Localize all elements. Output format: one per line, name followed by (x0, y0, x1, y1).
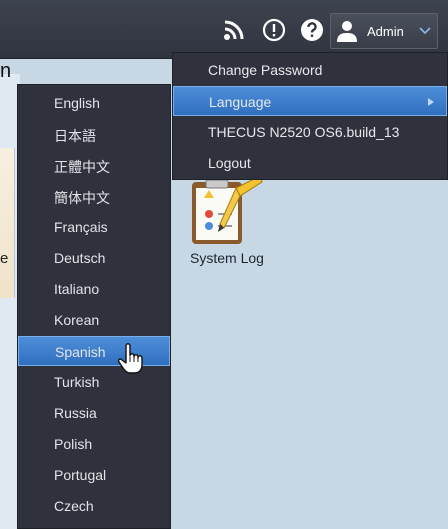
language-item-spanish[interactable]: Spanish (18, 336, 170, 366)
admin-user-button[interactable]: Admin (330, 13, 438, 49)
admin-dropdown-menu: Change Password Language THECUS N2520 OS… (172, 52, 448, 180)
language-item-english[interactable]: English (18, 88, 170, 118)
menu-item-version[interactable]: THECUS N2520 OS6.build_13 (173, 117, 447, 147)
language-item-simplified-chinese[interactable]: 簡体中文 (18, 181, 170, 211)
chevron-right-icon (428, 98, 434, 106)
help-icon[interactable] (300, 18, 324, 42)
menu-item-logout[interactable]: Logout (173, 148, 447, 178)
rss-icon[interactable] (222, 18, 246, 42)
system-log-icon[interactable] (190, 178, 264, 248)
language-item-russian[interactable]: Russia (18, 398, 170, 428)
menu-item-language[interactable]: Language (173, 86, 447, 116)
system-log-label[interactable]: System Log (190, 250, 264, 266)
partial-text-side: e (0, 250, 9, 267)
language-item-turkish[interactable]: Turkish (18, 367, 170, 397)
language-item-french[interactable]: Français (18, 212, 170, 242)
language-item-polish[interactable]: Polish (18, 429, 170, 459)
desktop-thumbnail (0, 148, 15, 298)
hand-cursor-icon (118, 343, 143, 374)
language-item-traditional-chinese[interactable]: 正體中文 (18, 150, 170, 180)
menu-item-change-password[interactable]: Change Password (173, 55, 447, 85)
language-item-italian[interactable]: Italiano (18, 274, 170, 304)
chevron-down-icon (419, 27, 431, 35)
language-submenu: English 日本語 正體中文 簡体中文 Français Deutsch I… (17, 84, 171, 529)
language-item-czech[interactable]: Czech (18, 491, 170, 521)
language-item-german[interactable]: Deutsch (18, 243, 170, 273)
language-item-korean[interactable]: Korean (18, 305, 170, 335)
top-bar: Admin (0, 0, 448, 59)
admin-label: Admin (367, 24, 404, 39)
partial-text-top: n (0, 60, 12, 82)
language-item-portuguese[interactable]: Portugal (18, 460, 170, 490)
user-icon (337, 21, 357, 42)
alert-icon[interactable] (262, 18, 286, 42)
language-item-japanese[interactable]: 日本語 (18, 119, 170, 149)
